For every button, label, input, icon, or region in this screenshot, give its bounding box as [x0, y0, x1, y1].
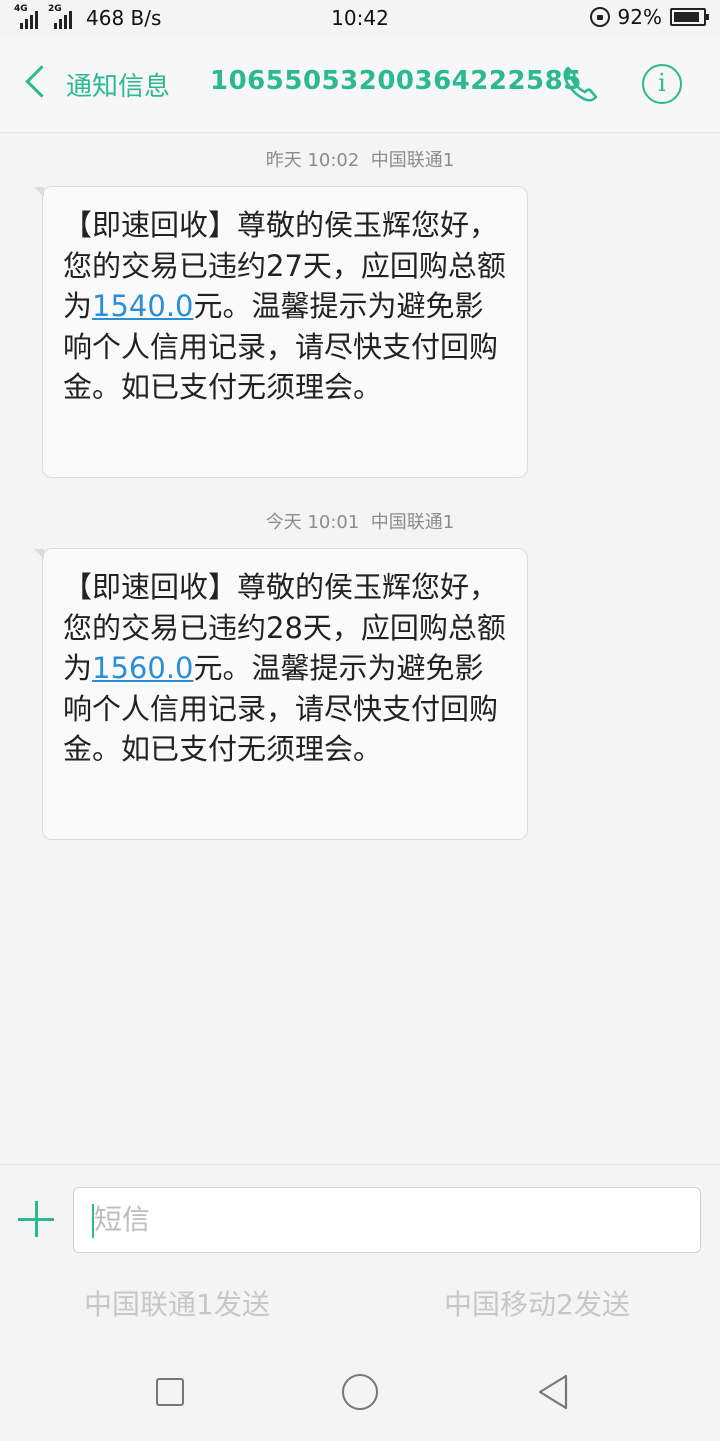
- message-timestamp: 今天 10:01 中国联通1: [0, 508, 720, 534]
- message-bubble[interactable]: 【即速回收】尊敬的侯玉辉您好，您的交易已违约27天，应回购总额为1540.0元。…: [34, 186, 528, 478]
- sms-input-placeholder: 短信: [94, 1203, 151, 1236]
- rotation-lock-icon: [589, 7, 610, 27]
- phone-icon[interactable]: [558, 62, 602, 106]
- conversation-header: 通知信息 10655053200364222585 i: [0, 36, 720, 133]
- timestamp-time: 今天 10:01: [265, 512, 360, 533]
- recent-apps-icon[interactable]: [156, 1378, 184, 1406]
- amount-link[interactable]: 1540.0: [92, 289, 193, 323]
- send-sim1-button[interactable]: 中国联通1发送: [84, 1283, 270, 1323]
- timestamp-carrier: 中国联通1: [370, 512, 455, 533]
- amount-link[interactable]: 1560.0: [92, 651, 193, 685]
- add-attachment-icon[interactable]: [16, 1199, 56, 1239]
- battery-percent: 92%: [617, 5, 662, 29]
- sms-input[interactable]: 短信: [73, 1187, 701, 1253]
- message-timestamp: 昨天 10:02 中国联通1: [0, 146, 720, 172]
- back-icon[interactable]: [536, 1372, 570, 1412]
- text-caret: [92, 1204, 94, 1238]
- home-icon[interactable]: [342, 1374, 378, 1410]
- battery-icon: [670, 8, 709, 26]
- message-bubble[interactable]: 【即速回收】尊敬的侯玉辉您好，您的交易已违约28天，应回购总额为1560.0元。…: [34, 548, 528, 840]
- info-icon[interactable]: i: [642, 64, 682, 104]
- timestamp-time: 昨天 10:02: [265, 150, 360, 171]
- sender-number: 10655053200364222585: [210, 66, 582, 96]
- send-sim2-button[interactable]: 中国移动2发送: [444, 1283, 630, 1323]
- back-chevron-icon[interactable]: [18, 64, 58, 104]
- status-bar: 4G 2G 468 B/s 10:42 92%: [0, 0, 720, 36]
- back-label[interactable]: 通知信息: [66, 66, 170, 103]
- status-right: 92%: [589, 5, 709, 29]
- timestamp-carrier: 中国联通1: [370, 150, 455, 171]
